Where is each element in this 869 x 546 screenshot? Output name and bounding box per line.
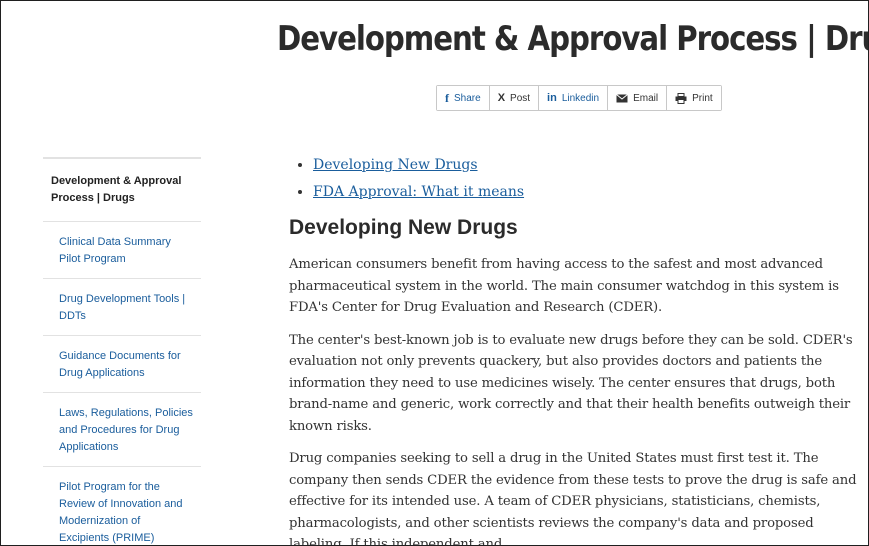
share-toolbar: f Share X Post in Linkedin Email Print bbox=[436, 85, 722, 111]
sidebar-current-label: Development & Approval Process | Drugs bbox=[51, 175, 182, 204]
main-content: Developing New Drugs FDA Approval: What … bbox=[289, 156, 861, 546]
print-label: Print bbox=[692, 92, 713, 104]
table-of-contents: Developing New Drugs FDA Approval: What … bbox=[289, 156, 861, 201]
print-button[interactable]: Print bbox=[666, 86, 721, 110]
sidebar-item-clinical-data-summary[interactable]: Clinical Data Summary Pilot Program bbox=[43, 222, 201, 279]
post-label: Post bbox=[510, 92, 531, 104]
sidebar-item-label: Clinical Data Summary Pilot Program bbox=[59, 236, 171, 265]
x-icon: X bbox=[497, 91, 506, 104]
sidebar-item-label: Laws, Regulations, Policies and Procedur… bbox=[59, 407, 193, 453]
sidebar-item-label: Drug Development Tools | DDTs bbox=[59, 293, 186, 322]
email-label: Email bbox=[633, 92, 659, 104]
paragraph: The center's best-known job is to evalua… bbox=[289, 332, 853, 434]
linkedin-icon: in bbox=[547, 91, 557, 104]
sidebar-item-label: Pilot Program for the Review of Innovati… bbox=[59, 481, 183, 544]
linkedin-label: Linkedin bbox=[561, 92, 600, 104]
paragraph: American consumers benefit from having a… bbox=[289, 257, 839, 315]
sidebar-item-drug-development-tools[interactable]: Drug Development Tools | DDTs bbox=[43, 279, 201, 336]
toc-link-fda-approval[interactable]: FDA Approval: What it means bbox=[313, 184, 524, 200]
sidebar-item-label: Guidance Documents for Drug Applications bbox=[59, 350, 181, 379]
share-email-button[interactable]: Email bbox=[607, 86, 667, 110]
facebook-icon: f bbox=[445, 91, 449, 105]
sidebar-item-current[interactable]: Development & Approval Process | Drugs bbox=[43, 159, 201, 222]
browser-viewport: Development & Approval Process | Drugs f… bbox=[0, 0, 869, 546]
print-icon bbox=[675, 92, 687, 104]
share-linkedin-button[interactable]: in Linkedin bbox=[538, 86, 608, 110]
email-icon bbox=[616, 93, 628, 103]
sidebar-item-laws-regulations[interactable]: Laws, Regulations, Policies and Procedur… bbox=[43, 393, 201, 467]
toc-link-developing-new-drugs[interactable]: Developing New Drugs bbox=[313, 157, 478, 173]
share-label: Share bbox=[454, 92, 481, 104]
sidebar-item-prime-pilot[interactable]: Pilot Program for the Review of Innovati… bbox=[43, 467, 201, 545]
toc-item: FDA Approval: What it means bbox=[313, 183, 861, 201]
section-heading: Developing New Drugs bbox=[289, 216, 518, 239]
sidebar-item-guidance-documents[interactable]: Guidance Documents for Drug Applications bbox=[43, 336, 201, 393]
sidebar-nav: Development & Approval Process | Drugs C… bbox=[43, 157, 201, 545]
toc-item: Developing New Drugs bbox=[313, 156, 861, 174]
paragraph: Drug companies seeking to sell a drug in… bbox=[289, 451, 857, 546]
post-x-button[interactable]: X Post bbox=[488, 86, 539, 110]
share-facebook-button[interactable]: f Share bbox=[437, 86, 489, 110]
page-title: Development & Approval Process | Drugs bbox=[277, 19, 869, 59]
